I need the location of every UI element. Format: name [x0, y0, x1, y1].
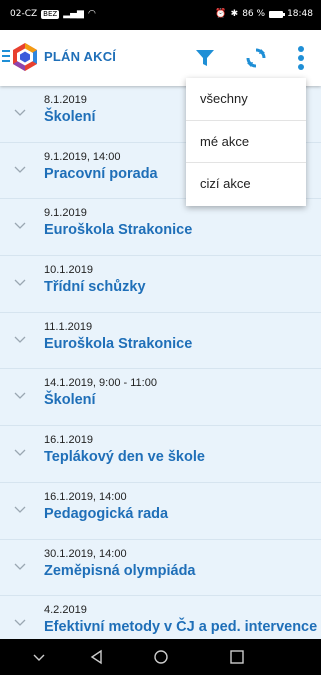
- event-title: Školení: [44, 109, 96, 125]
- carrier-label: 02-CZ: [10, 9, 38, 19]
- status-bar: 02-CZ BEZ ▂▄▆ ◠ ⏰ ✱ 86 % 18:48: [0, 0, 321, 30]
- event-title: Pracovní porada: [44, 165, 158, 182]
- menu-item-others-events[interactable]: cizí akce: [186, 163, 306, 206]
- chevron-down-icon[interactable]: [14, 503, 26, 515]
- system-nav-bar: [0, 639, 321, 675]
- carrier-badge: BEZ: [41, 9, 60, 19]
- event-date: 16.1.2019: [44, 434, 93, 447]
- menu-icon[interactable]: [2, 50, 10, 64]
- chevron-down-icon[interactable]: [14, 219, 26, 231]
- chevron-down-icon[interactable]: [14, 446, 26, 458]
- event-row[interactable]: 9.1.2019 Euroškola Strakonice: [0, 199, 321, 257]
- home-icon[interactable]: [152, 648, 170, 666]
- event-row[interactable]: 16.1.2019, 14:00 Pedagogická rada: [0, 483, 321, 540]
- event-row[interactable]: 14.1.2019, 9:00 - 11:00 Školení: [0, 369, 321, 427]
- alarm-icon: ⏰: [215, 9, 227, 19]
- event-title: Pedagogická rada: [44, 505, 169, 522]
- chevron-down-icon[interactable]: [14, 389, 26, 401]
- recents-icon[interactable]: [228, 648, 246, 666]
- bluetooth-icon: ✱: [230, 9, 239, 19]
- app-logo: [13, 43, 37, 71]
- menu-item-all[interactable]: všechny: [186, 78, 306, 121]
- chevron-down-icon[interactable]: [14, 276, 26, 288]
- event-title: Školení: [44, 392, 96, 409]
- battery-icon: [269, 10, 286, 18]
- event-title: Euroškola Strakonice: [44, 335, 193, 352]
- battery-percent: 86 %: [242, 9, 266, 19]
- event-row[interactable]: 16.1.2019 Teplákový den ve škole: [0, 426, 321, 483]
- menu-item-my-events[interactable]: mé akce: [186, 121, 306, 164]
- filter-icon[interactable]: [193, 46, 217, 70]
- wifi-icon: ◠: [87, 9, 96, 19]
- event-row[interactable]: 4.2.2019 Efektivní metody v ČJ a ped. in…: [0, 596, 321, 639]
- app-title: PLÁN AKCÍ: [44, 49, 117, 64]
- event-date: 9.1.2019: [44, 207, 87, 220]
- event-date: 11.1.2019: [44, 320, 93, 333]
- event-row[interactable]: 10.1.2019 Třídní schůzky: [0, 256, 321, 313]
- event-title: Euroškola Strakonice: [44, 222, 193, 239]
- chevron-down-icon[interactable]: [14, 560, 26, 572]
- refresh-icon[interactable]: [244, 46, 268, 70]
- event-title: Efektivní metody v ČJ a ped. intervence: [44, 619, 318, 636]
- chevron-down-icon[interactable]: [14, 163, 26, 175]
- hide-keyboard-icon[interactable]: [30, 648, 48, 666]
- chevron-down-icon[interactable]: [14, 106, 26, 118]
- back-icon[interactable]: [88, 648, 106, 666]
- event-date: 16.1.2019, 14:00: [44, 490, 127, 503]
- event-date: 8.1.2019: [44, 94, 87, 106]
- event-date: 14.1.2019, 9:00 - 11:00: [44, 377, 157, 390]
- event-date: 9.1.2019, 14:00: [44, 150, 121, 163]
- chevron-down-icon[interactable]: [14, 616, 26, 628]
- event-title: Třídní schůzky: [44, 279, 146, 296]
- chevron-down-icon[interactable]: [14, 333, 26, 345]
- event-row[interactable]: 11.1.2019 Euroškola Strakonice: [0, 313, 321, 370]
- event-date: 10.1.2019: [44, 264, 93, 277]
- more-vert-icon[interactable]: [293, 44, 309, 72]
- event-row[interactable]: 30.1.2019, 14:00 Zeměpisná olympiáda: [0, 540, 321, 597]
- clock: 18:48: [287, 9, 313, 19]
- event-date: 30.1.2019, 14:00: [44, 547, 127, 560]
- signal-icon: ▂▄▆: [63, 9, 84, 19]
- event-date: 4.2.2019: [44, 604, 87, 617]
- filter-dropdown-menu: všechny mé akce cizí akce: [186, 78, 306, 206]
- event-title: Zeměpisná olympiáda: [44, 562, 196, 579]
- event-title: Teplákový den ve škole: [44, 449, 205, 466]
